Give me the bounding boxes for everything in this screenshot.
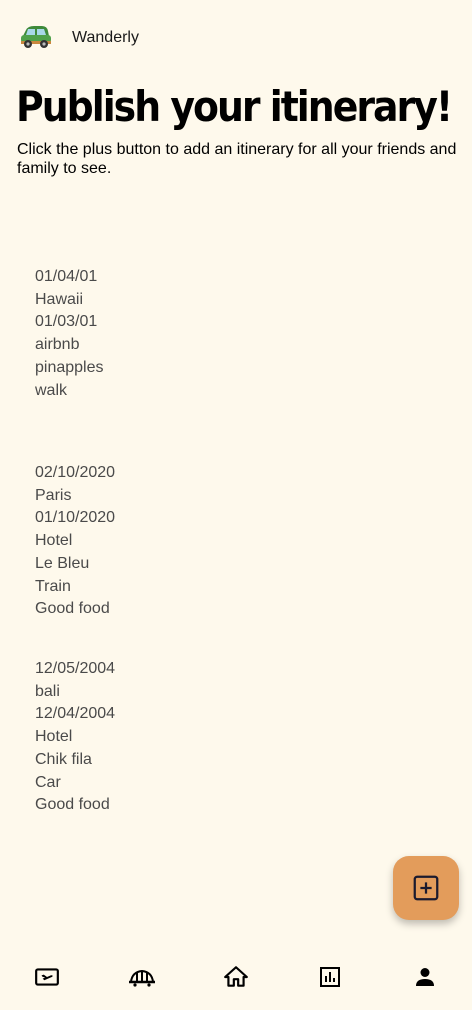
nav-item-home[interactable] (206, 947, 266, 1007)
itinerary-end-date: 01/04/01 (35, 268, 98, 285)
top-app-bar: Wanderly (0, 0, 472, 76)
home-icon (224, 966, 248, 987)
itinerary-note: Good food (35, 796, 110, 814)
itinerary-place: pinapples (35, 358, 104, 376)
add-itinerary-button[interactable] (393, 856, 459, 920)
itinerary-card[interactable]: 01/04/01 Hawaii 01/03/01 airbnb pinapple… (35, 266, 104, 402)
nav-item-profile[interactable] (395, 947, 455, 1007)
itinerary-card[interactable]: 12/05/2004 bali 12/04/2004 Hotel Chik fi… (35, 658, 115, 817)
itinerary-accommodation: Hotel (35, 728, 73, 746)
nav-item-flights[interactable] (17, 947, 77, 1007)
page-subtitle: Click the plus button to add an itinerar… (17, 141, 457, 177)
app-name: Wanderly (72, 29, 139, 46)
nav-item-stats[interactable] (300, 947, 360, 1007)
itinerary-place: Le Bleu (35, 554, 90, 572)
itinerary-transport: walk (35, 381, 68, 399)
itinerary-end-date: 12/05/2004 (35, 660, 116, 677)
itinerary-note: Good food (35, 600, 110, 618)
person-icon (415, 968, 434, 986)
bar-chart-icon (320, 967, 341, 987)
nav-item-travel[interactable] (112, 947, 172, 1007)
itinerary-card[interactable]: 02/10/2020 Paris 01/10/2020 Hotel Le Ble… (35, 462, 115, 621)
itinerary-place: Chik fila (35, 750, 92, 768)
itinerary-start-date: 12/04/2004 (35, 705, 116, 723)
itinerary-accommodation: airbnb (35, 336, 80, 354)
itinerary-transport: Train (35, 577, 71, 595)
page-title: Publish your itinerary! (16, 82, 453, 131)
flight-ticket-icon (35, 968, 60, 986)
bottom-navigation (0, 944, 472, 1010)
itinerary-transport: Car (35, 773, 61, 791)
green-car-icon (21, 26, 51, 48)
cable-car-icon (128, 969, 155, 987)
itinerary-accommodation: Hotel (35, 532, 73, 550)
itinerary-destination: bali (35, 682, 60, 700)
itinerary-start-date: 01/10/2020 (35, 509, 116, 527)
itinerary-start-date: 01/03/01 (35, 313, 98, 331)
itinerary-end-date: 02/10/2020 (35, 464, 116, 481)
itinerary-destination: Paris (35, 486, 72, 504)
add-box-icon (413, 875, 439, 901)
itinerary-destination: Hawaii (35, 290, 84, 308)
